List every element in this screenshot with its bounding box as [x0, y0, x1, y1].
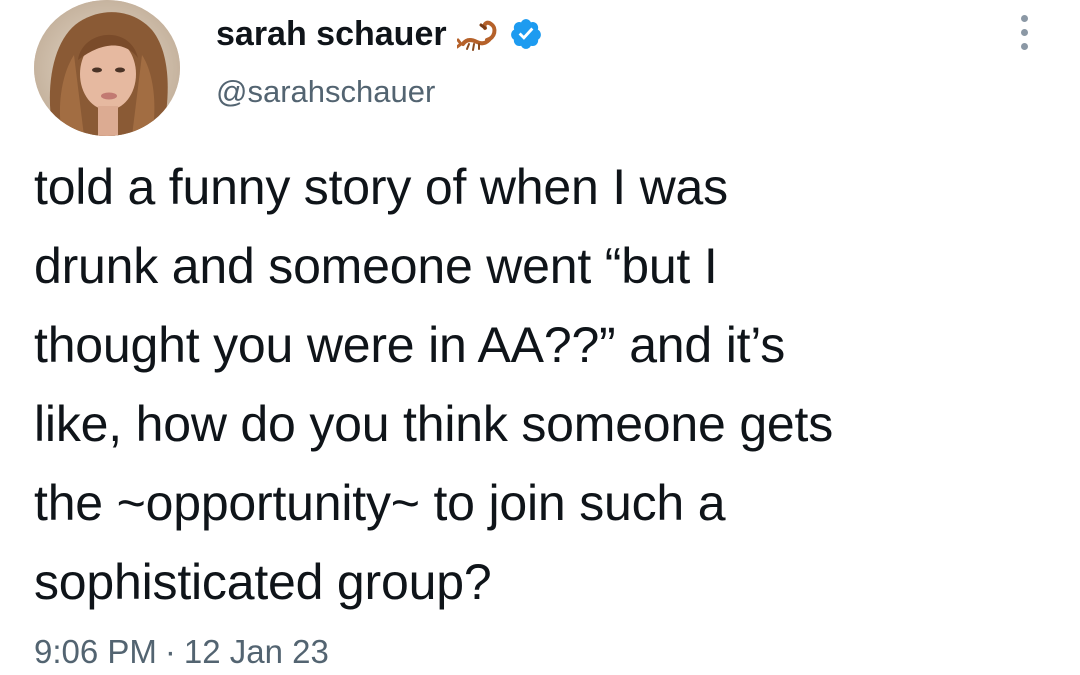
scorpion-icon [455, 16, 501, 52]
tweet-text-line: the ~opportunity~ to join such a [34, 475, 726, 531]
more-options-icon-dot [1020, 28, 1028, 36]
tweet-text-line: drunk and someone went “but I [34, 238, 718, 294]
more-options-icon-dot [1020, 42, 1028, 50]
profile-photo [34, 0, 180, 136]
more-options-icon [1020, 14, 1028, 22]
tweet-time[interactable]: 9:06 PM [34, 633, 157, 670]
avatar[interactable] [34, 0, 180, 136]
timestamp-separator: · [164, 633, 176, 670]
author-display-name[interactable]: sarah schauer [216, 12, 447, 56]
tweet-text: told a funny story of when I was drunk a… [34, 148, 1054, 622]
tweet-text-line: told a funny story of when I was [34, 159, 728, 215]
author-handle[interactable]: @sarahschauer [216, 72, 435, 112]
tweet-text-line: sophisticated group? [34, 554, 492, 610]
tweet-date[interactable]: 12 Jan 23 [184, 633, 329, 670]
tweet-text-line: thought you were in AA??” and it’s [34, 317, 786, 373]
tweet: sarah schauer @sarahschauer told a funny… [0, 0, 1080, 675]
tweet-timestamp[interactable]: 9:06 PM · 12 Jan 23 [34, 630, 329, 674]
verified-badge-icon[interactable] [509, 17, 543, 51]
author-name-row[interactable]: sarah schauer [216, 12, 543, 56]
more-options-button[interactable] [1006, 8, 1042, 56]
tweet-text-line: like, how do you think someone gets [34, 396, 834, 452]
